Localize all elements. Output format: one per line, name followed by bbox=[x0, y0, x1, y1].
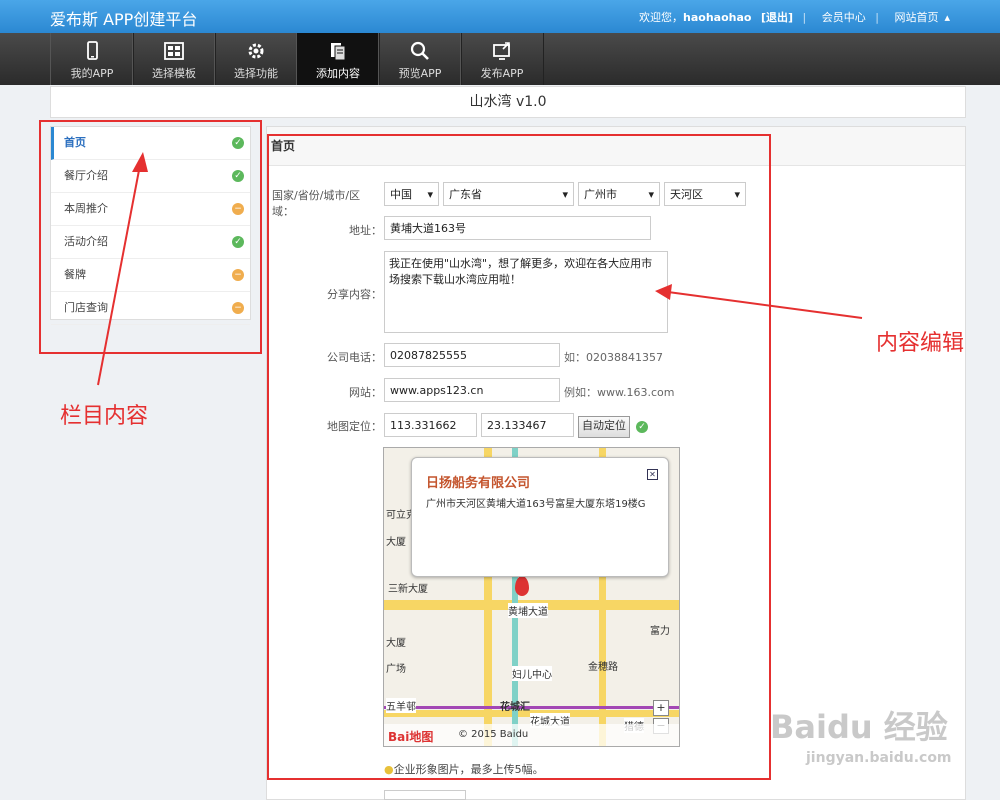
app-title: 山水湾 v1.0 bbox=[50, 86, 966, 118]
nav-label: 添加内容 bbox=[316, 67, 360, 80]
nav-select-template[interactable]: 选择模板 bbox=[132, 33, 216, 85]
nav-my-app[interactable]: 我的APP bbox=[50, 33, 134, 85]
search-icon bbox=[410, 41, 429, 60]
annotation-left-label: 栏目内容 bbox=[60, 404, 149, 429]
phone-icon bbox=[87, 41, 98, 60]
welcome-text: 欢迎您， bbox=[639, 11, 684, 24]
watermark: Baidu 经验 bbox=[770, 708, 948, 746]
member-center-link[interactable]: 会员中心 bbox=[822, 11, 866, 24]
nav-label: 选择模板 bbox=[152, 67, 196, 80]
user-bar: 欢迎您，haohaohao [退出] | 会员中心 | 网站首页 ▴ bbox=[639, 11, 950, 24]
upload-field[interactable] bbox=[384, 790, 466, 800]
nav-label: 我的APP bbox=[70, 67, 114, 80]
username: haohaohao bbox=[683, 11, 752, 24]
annotation-box-right bbox=[267, 134, 771, 780]
nav-preview-app[interactable]: 预览APP bbox=[378, 33, 462, 85]
nav-select-function[interactable]: 选择功能 bbox=[214, 33, 298, 85]
annotation-right-label: 内容编辑 bbox=[876, 331, 965, 356]
publish-icon bbox=[493, 42, 510, 60]
nav-publish-app[interactable]: 发布APP bbox=[460, 33, 544, 85]
site-home-link[interactable]: 网站首页 bbox=[894, 11, 938, 24]
logout-link[interactable]: [退出] bbox=[761, 11, 793, 24]
watermark-url: jingyan.baidu.com bbox=[806, 750, 952, 766]
top-bar: 爱布斯 APP创建平台 欢迎您，haohaohao [退出] | 会员中心 | … bbox=[0, 0, 1000, 33]
template-icon bbox=[164, 42, 184, 60]
nav-label: 选择功能 bbox=[234, 67, 278, 80]
nav-add-content[interactable]: 添加内容 bbox=[296, 33, 380, 85]
brand-title: 爱布斯 APP创建平台 bbox=[50, 10, 198, 29]
document-icon bbox=[331, 43, 346, 61]
nav-label: 发布APP bbox=[480, 67, 524, 80]
main-nav: 我的APP 选择模板 选择功能 添加内容 预览APP 发布APP bbox=[0, 33, 1000, 85]
annotation-box-left bbox=[39, 120, 262, 354]
gear-icon bbox=[248, 43, 264, 59]
caret-up-icon: ▴ bbox=[944, 11, 950, 24]
nav-label: 预览APP bbox=[398, 67, 442, 80]
